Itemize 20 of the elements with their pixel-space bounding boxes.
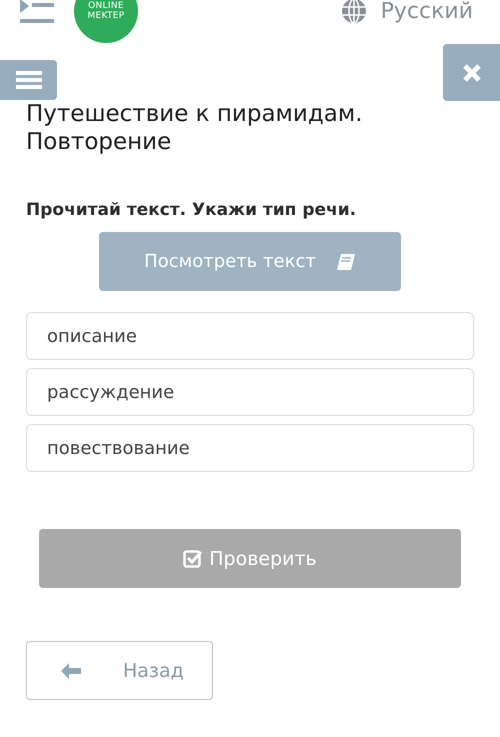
- question-text: Прочитай текст. Укажи тип речи.: [26, 200, 358, 220]
- globe-icon[interactable]: [340, 0, 367, 24]
- language-selector[interactable]: Русский: [380, 0, 473, 24]
- arrow-left-icon: [61, 662, 81, 678]
- logo-text: ONLINE: [88, 1, 124, 11]
- logo[interactable]: ONLINE MEKTEP: [74, 0, 138, 43]
- checkbox-icon: [183, 548, 204, 568]
- view-text-button[interactable]: Посмотреть текст: [99, 232, 401, 291]
- answer-option[interactable]: рассуждение: [26, 368, 474, 416]
- answer-option[interactable]: описание: [26, 312, 474, 360]
- book-icon: [336, 252, 356, 270]
- menu-button[interactable]: [0, 60, 57, 100]
- logo-text: MEKTEP: [87, 11, 125, 21]
- back-button[interactable]: Назад: [26, 641, 213, 700]
- menu-icon: [16, 71, 42, 89]
- close-icon: [462, 62, 482, 82]
- menu-icon[interactable]: [20, 0, 56, 25]
- close-button[interactable]: [443, 44, 500, 101]
- lesson-title: Путешествие к пирамидам. Повторение: [26, 100, 364, 156]
- answer-option[interactable]: повествование: [26, 424, 474, 472]
